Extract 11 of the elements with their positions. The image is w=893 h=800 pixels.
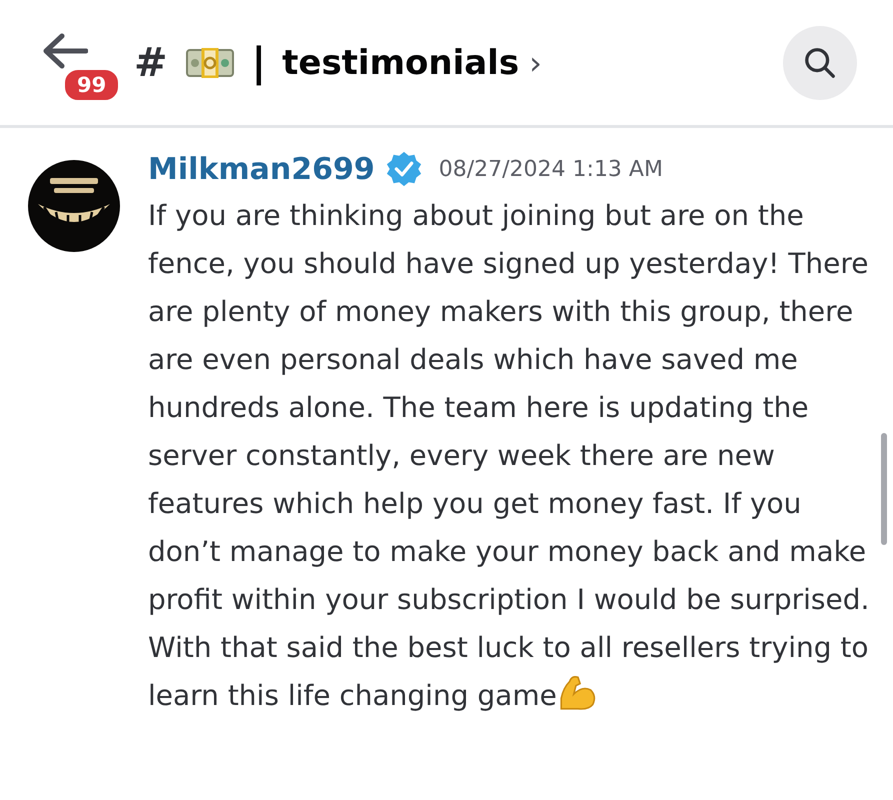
scrollbar[interactable] <box>881 433 887 545</box>
chevron-icon[interactable]: › <box>529 44 542 82</box>
author-name[interactable]: Milkman2699 <box>148 152 375 186</box>
banknote-icon <box>186 48 234 78</box>
search-icon <box>803 46 837 80</box>
channel-separator: | <box>252 40 266 86</box>
message-text: If you are thinking about joining but are on the fence, you should have signed up yesterday! There are plenty of money makers with this group, there are even personal deals which have saved me hundreds alone. The team here is updating the server constantly, every week there are new features which help you get money fast. If you don’t manage to make your money back and make profit within your subscription I would be surprised. With that said the best luck to all resellers trying to learn this life changing game <box>148 198 870 714</box>
message-timestamp: 08/27/2024 1:13 AM <box>438 156 663 182</box>
channel-name[interactable]: testimonials <box>282 42 520 82</box>
channel-hash: # <box>134 40 168 86</box>
back-arrow-icon[interactable] <box>42 32 88 68</box>
